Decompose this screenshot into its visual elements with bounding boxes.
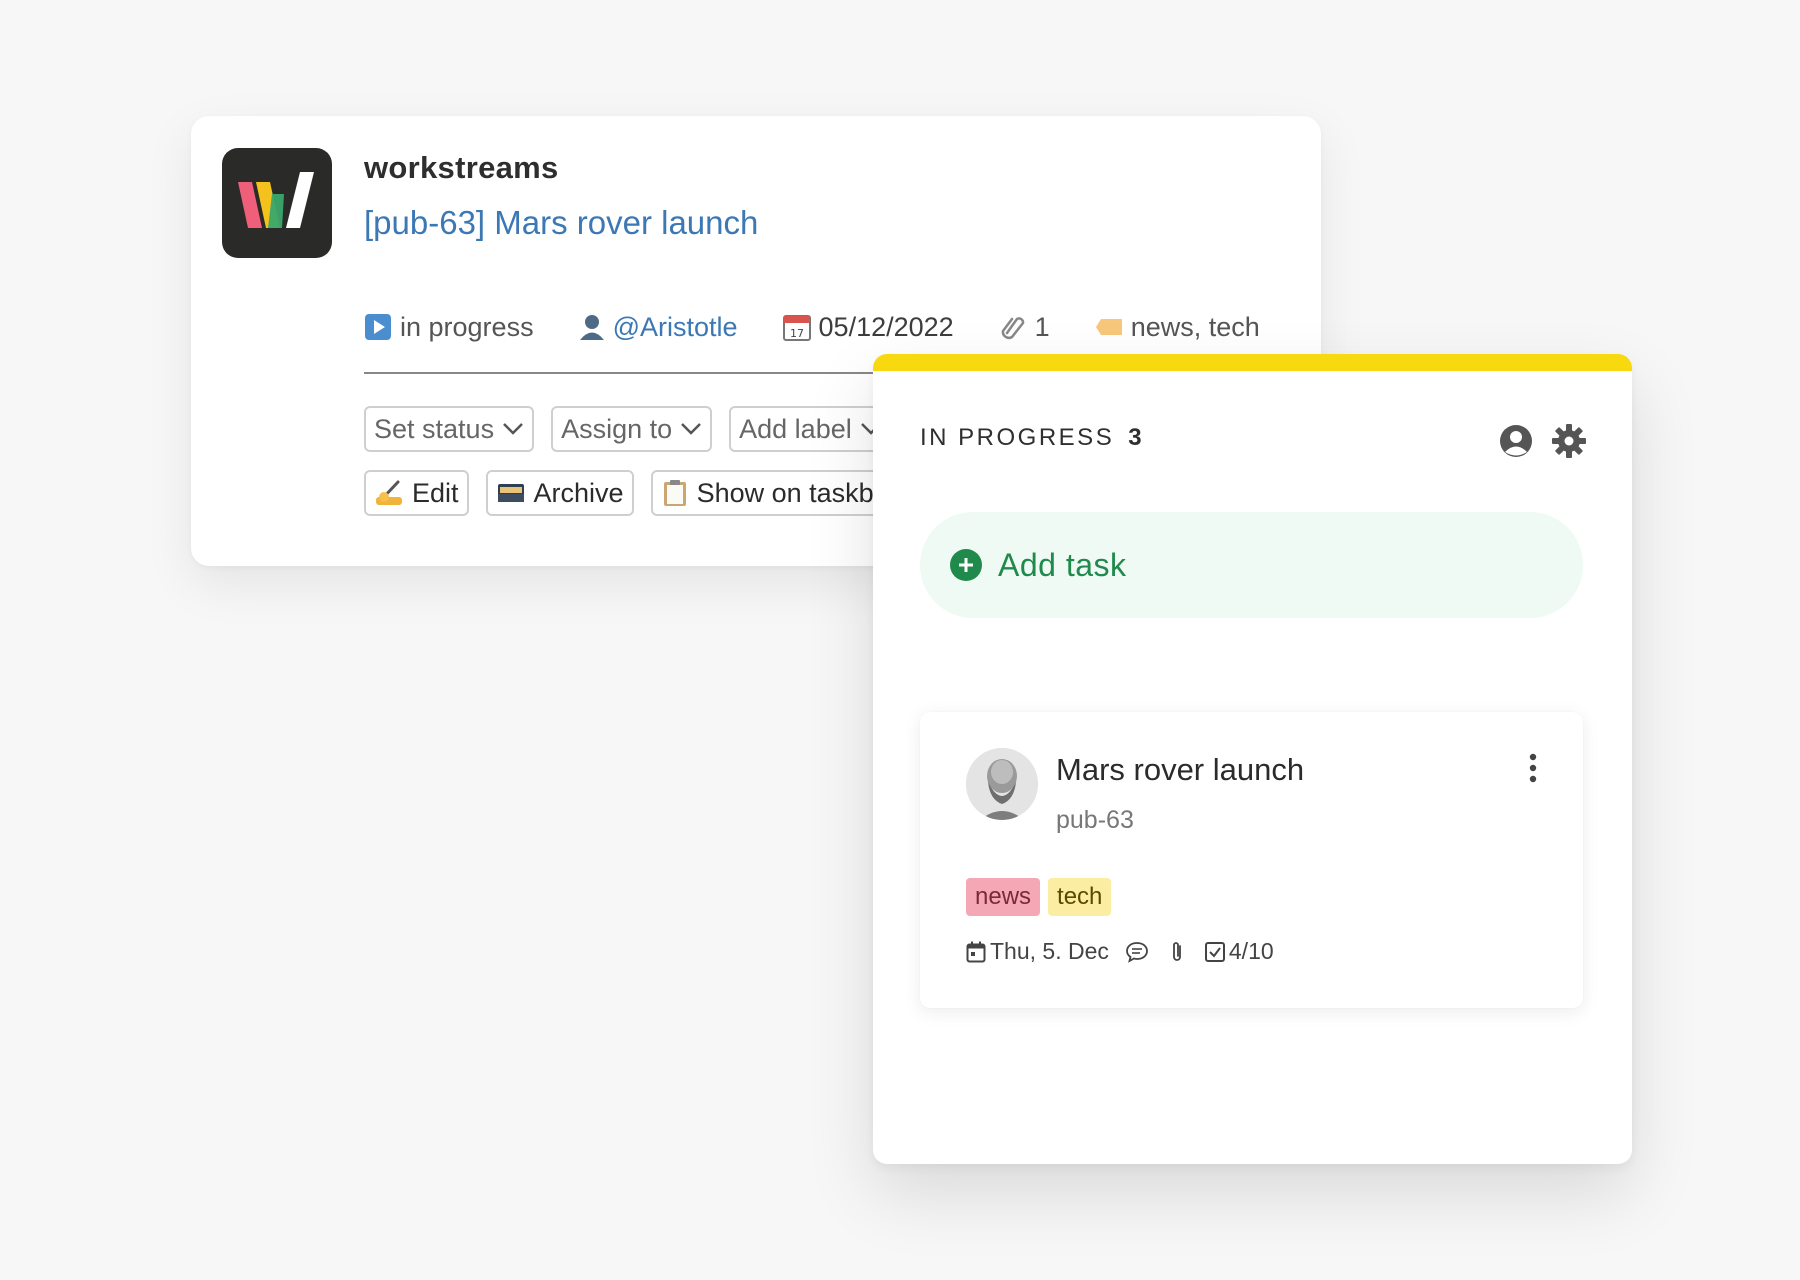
- comment-icon[interactable]: [1125, 941, 1149, 963]
- select-controls: Set status Assign to Add label: [364, 406, 892, 452]
- tag-news[interactable]: news: [966, 878, 1041, 916]
- task-id: pub-63: [1056, 806, 1134, 834]
- assign-to-label: Assign to: [561, 413, 673, 444]
- edit-label: Edit: [412, 477, 459, 508]
- assignee-meta[interactable]: @Aristotle: [579, 312, 738, 343]
- column-header: IN PROGRESS 3: [920, 424, 1142, 452]
- set-status-dropdown[interactable]: Set status: [364, 406, 535, 452]
- status-meta: in progress: [364, 312, 534, 343]
- labels-text: news, tech: [1130, 311, 1260, 342]
- task-tags: news tech: [966, 878, 1112, 916]
- add-task-label: Add task: [998, 546, 1127, 583]
- show-on-taskboard-button[interactable]: Show on taskbo: [650, 470, 899, 516]
- gear-icon[interactable]: [1552, 424, 1586, 463]
- svg-text:17: 17: [790, 327, 804, 340]
- chevron-down-icon: [502, 422, 524, 436]
- attachments-count: 1: [1034, 311, 1050, 342]
- board-column-panel: IN PROGRESS 3 Add task Mars rover launch…: [873, 354, 1632, 1164]
- plus-circle-icon: [950, 549, 982, 581]
- avatar: [966, 748, 1038, 820]
- calendar-icon: 17: [782, 313, 811, 341]
- paperclip-icon[interactable]: [1169, 940, 1185, 964]
- archive-button[interactable]: Archive: [485, 470, 634, 516]
- show-on-taskboard-label: Show on taskbo: [696, 477, 889, 508]
- clipboard-icon: [661, 478, 689, 508]
- tag-tech[interactable]: tech: [1048, 878, 1112, 916]
- task-title: Mars rover launch: [1056, 752, 1305, 787]
- chevron-down-icon: [680, 422, 702, 436]
- more-vertical-icon[interactable]: [1528, 752, 1538, 789]
- add-label-dropdown[interactable]: Add label: [729, 406, 892, 452]
- status-text: in progress: [400, 311, 534, 342]
- user-icon: [579, 313, 605, 341]
- account-circle-icon[interactable]: [1499, 424, 1533, 463]
- play-icon: [364, 313, 392, 341]
- archive-label: Archive: [533, 477, 624, 508]
- message-title-link[interactable]: [pub-63] Mars rover launch: [364, 204, 758, 242]
- column-title: IN PROGRESS: [920, 424, 1115, 451]
- set-status-label: Set status: [374, 413, 495, 444]
- task-meta-row: Thu, 5. Dec 4/10: [966, 938, 1274, 965]
- message-meta-row: in progress @Aristotle 17 05/12/2022 1 n…: [364, 306, 1305, 348]
- column-accent-bar: [873, 354, 1632, 371]
- column-count: 3: [1128, 424, 1142, 451]
- app-name: workstreams: [364, 150, 559, 185]
- checklist-progress: 4/10: [1228, 938, 1274, 964]
- label-tag-icon: [1095, 316, 1123, 338]
- task-card[interactable]: Mars rover launch pub-63 news tech Thu, …: [920, 712, 1583, 1008]
- checkbox-icon: [1204, 941, 1225, 962]
- labels-meta: news, tech: [1095, 312, 1260, 343]
- edit-button[interactable]: Edit: [364, 470, 469, 516]
- task-due-date: Thu, 5. Dec: [990, 938, 1109, 964]
- writing-hand-icon: [374, 479, 404, 507]
- workstreams-logo-icon: [222, 148, 332, 258]
- add-task-button[interactable]: Add task: [920, 512, 1583, 618]
- calendar-icon: [966, 941, 986, 963]
- assignee-text[interactable]: @Aristotle: [613, 312, 738, 343]
- date-meta: 17 05/12/2022: [782, 311, 954, 343]
- paperclip-icon: [999, 313, 1027, 341]
- add-label-label: Add label: [739, 413, 852, 444]
- action-buttons: Edit Archive Show on taskbo: [364, 470, 899, 516]
- archive-box-icon: [496, 479, 526, 507]
- assign-to-dropdown[interactable]: Assign to: [551, 406, 713, 452]
- date-text: 05/12/2022: [818, 311, 954, 342]
- attachments-meta: 1: [999, 312, 1050, 343]
